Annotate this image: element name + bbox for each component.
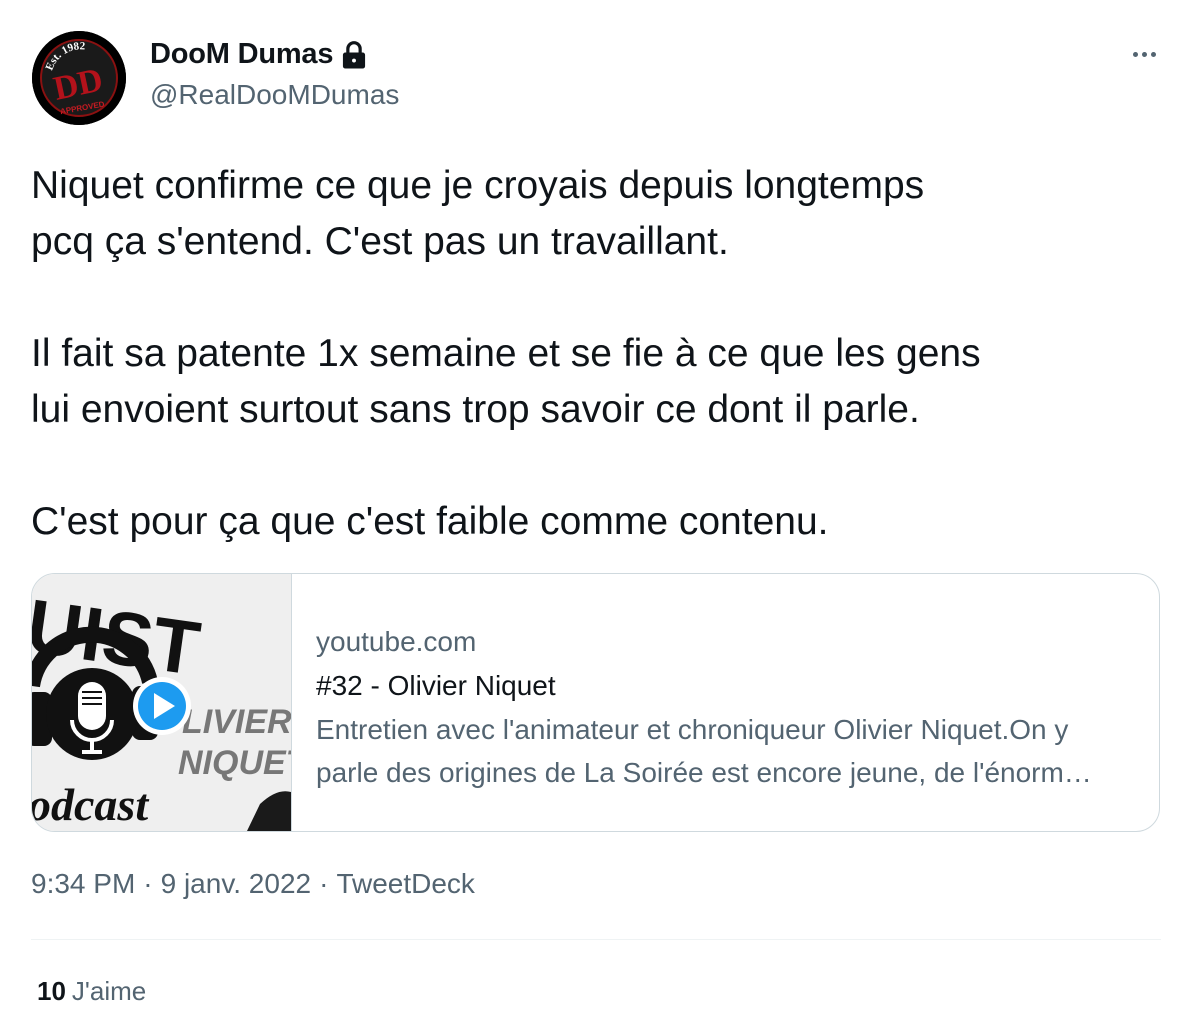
tweet-line: lui envoient surtout sans trop savoir ce…: [31, 388, 920, 431]
tweet-date[interactable]: 9 janv. 2022: [161, 868, 312, 900]
more-dot: [1132, 51, 1138, 57]
more-dot: [1141, 51, 1147, 57]
tweet-meta: 9:34 PM · 9 janv. 2022 · TweetDeck: [31, 868, 475, 900]
tweet-line: Niquet confirme ce que je croyais depuis…: [31, 164, 925, 207]
tweet-time[interactable]: 9:34 PM: [31, 868, 135, 900]
card-description: Entretien avec l'animateur et chroniqueu…: [316, 714, 1092, 788]
more-dot: [1150, 51, 1156, 57]
card-body: youtube.com #32 - Olivier Niquet Entreti…: [316, 622, 1136, 794]
display-name[interactable]: DooM Dumas: [150, 38, 333, 71]
link-card[interactable]: UIST LIVIER NIQUET odcast: [31, 573, 1160, 832]
tweet-line: pcq ça s'entend. C'est pas un travaillan…: [31, 220, 729, 263]
meta-separator: ·: [319, 868, 329, 899]
tweet-source[interactable]: TweetDeck: [336, 868, 475, 900]
podcast-thumbnail-image: UIST LIVIER NIQUET odcast: [32, 574, 291, 831]
tweet: Est. 1982 DD APPROVED DooM Dumas @RealDo…: [0, 0, 1192, 1030]
likes-label: J'aime: [71, 976, 147, 1006]
thumb-name-line1: LIVIER: [182, 703, 291, 741]
avatar-image: Est. 1982 DD APPROVED: [32, 31, 126, 125]
author-name-row: DooM Dumas: [150, 38, 369, 71]
avatar[interactable]: Est. 1982 DD APPROVED: [32, 31, 126, 125]
likes-count: 10: [37, 976, 66, 1006]
likes-stat[interactable]: 10 J'aime: [37, 976, 146, 1007]
tweet-line: Il fait sa patente 1x semaine et se fie …: [31, 332, 981, 375]
card-domain: youtube.com: [316, 626, 477, 657]
thumb-word-bottom: odcast: [32, 779, 149, 830]
tweet-line: C'est pour ça que c'est faible comme con…: [31, 500, 829, 543]
thumb-name-line2: NIQUET: [178, 744, 291, 782]
more-icon[interactable]: [1122, 38, 1166, 70]
author-handle[interactable]: @RealDooMDumas: [150, 79, 399, 111]
card-thumbnail[interactable]: UIST LIVIER NIQUET odcast: [32, 574, 292, 831]
card-title: #32 - Olivier Niquet: [316, 670, 556, 701]
divider: [31, 939, 1161, 940]
meta-separator: ·: [143, 868, 153, 899]
lock-icon: [343, 40, 366, 69]
tweet-text: Niquet confirme ce que je croyais depuis…: [31, 158, 1161, 550]
